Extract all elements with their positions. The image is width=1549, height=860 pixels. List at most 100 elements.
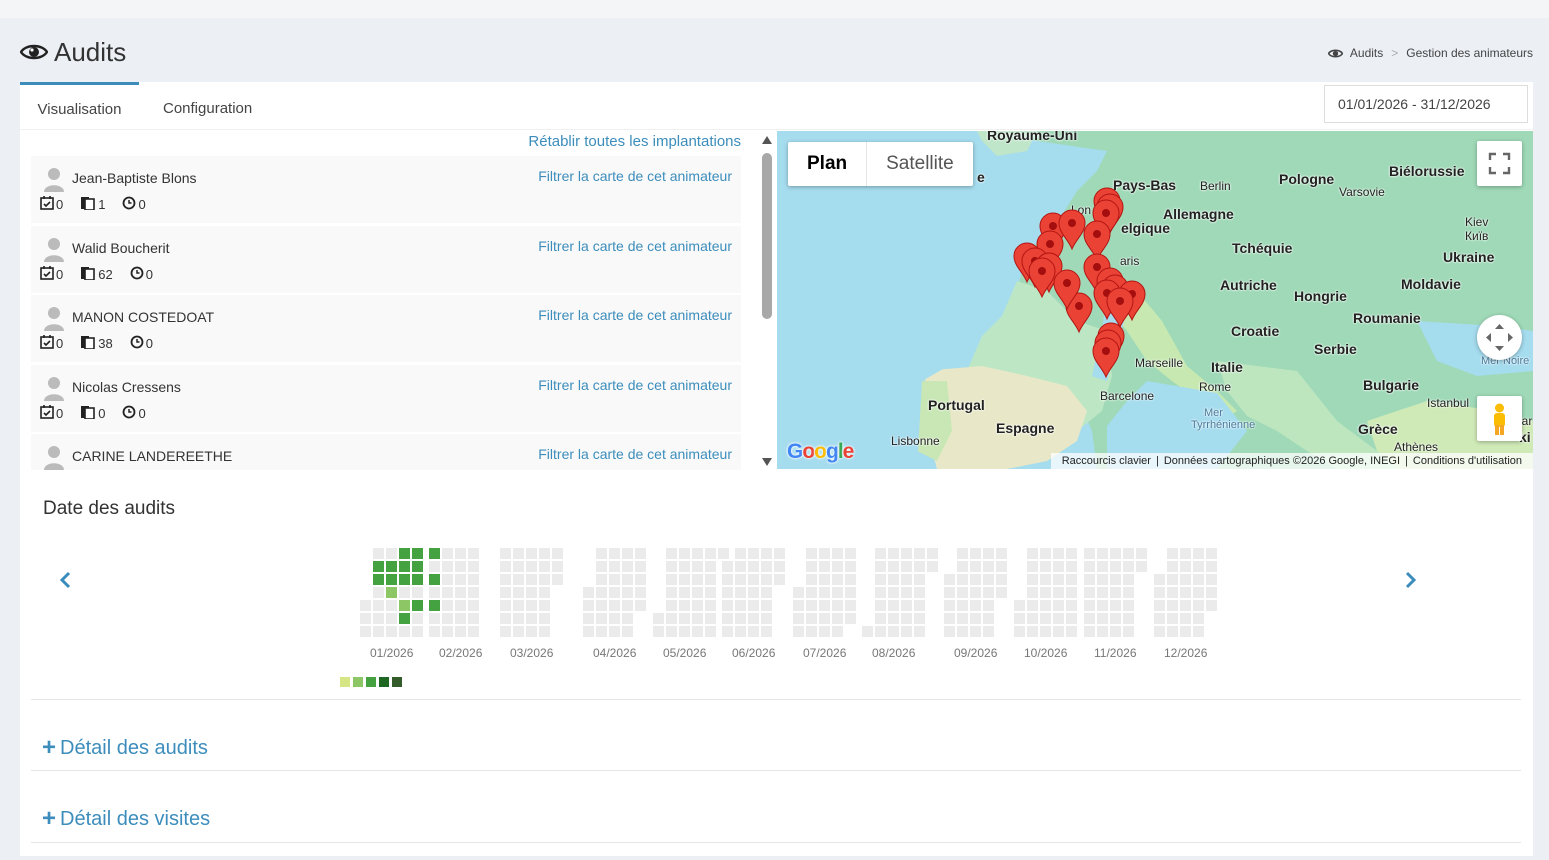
heatmap-day-cell[interactable] bbox=[1040, 587, 1051, 598]
heatmap-day-cell[interactable] bbox=[819, 548, 830, 559]
heatmap-day-cell[interactable] bbox=[653, 626, 664, 637]
heatmap-day-cell[interactable] bbox=[748, 587, 759, 598]
heatmap-day-cell[interactable] bbox=[793, 587, 804, 598]
heatmap-day-cell[interactable] bbox=[888, 587, 899, 598]
heatmap-day-cell[interactable] bbox=[412, 587, 423, 598]
heatmap-day-cell[interactable] bbox=[832, 587, 843, 598]
heatmap-day-cell[interactable] bbox=[806, 587, 817, 598]
heatmap-day-cell[interactable] bbox=[957, 574, 968, 585]
heatmap-day-cell[interactable] bbox=[1206, 561, 1217, 572]
heatmap-day-cell[interactable] bbox=[1084, 626, 1095, 637]
heatmap-day-cell[interactable] bbox=[360, 613, 371, 624]
heatmap-day-cell[interactable] bbox=[1154, 600, 1165, 611]
heatmap-day-cell[interactable] bbox=[635, 574, 646, 585]
heatmap-day-cell[interactable] bbox=[1193, 626, 1204, 637]
heatmap-day-cell[interactable] bbox=[901, 600, 912, 611]
heatmap-day-cell[interactable] bbox=[722, 626, 733, 637]
heatmap-day-cell[interactable] bbox=[983, 548, 994, 559]
heatmap-day-cell[interactable] bbox=[1084, 574, 1095, 585]
heatmap-day-cell[interactable] bbox=[1136, 561, 1147, 572]
heatmap-day-cell[interactable] bbox=[845, 574, 856, 585]
heatmap-day-cell[interactable] bbox=[455, 600, 466, 611]
heatmap-day-cell[interactable] bbox=[412, 548, 423, 559]
heatmap-day-cell[interactable] bbox=[875, 574, 886, 585]
heatmap-day-cell[interactable] bbox=[429, 613, 440, 624]
heatmap-day-cell[interactable] bbox=[666, 574, 677, 585]
heatmap-day-cell[interactable] bbox=[722, 613, 733, 624]
heatmap-day-cell[interactable] bbox=[455, 561, 466, 572]
heatmap-day-cell[interactable] bbox=[500, 561, 511, 572]
heatmap-day-cell[interactable] bbox=[373, 613, 384, 624]
heatmap-day-cell[interactable] bbox=[845, 613, 856, 624]
heatmap-day-cell[interactable] bbox=[596, 561, 607, 572]
heatmap-day-cell[interactable] bbox=[583, 626, 594, 637]
heatmap-day-cell[interactable] bbox=[1027, 548, 1038, 559]
heatmap-day-cell[interactable] bbox=[1110, 613, 1121, 624]
heatmap-day-cell[interactable] bbox=[500, 587, 511, 598]
heatmap-day-cell[interactable] bbox=[722, 600, 733, 611]
heatmap-day-cell[interactable] bbox=[622, 548, 633, 559]
heatmap-day-cell[interactable] bbox=[1040, 613, 1051, 624]
heatmap-day-cell[interactable] bbox=[412, 561, 423, 572]
heatmap-day-cell[interactable] bbox=[819, 561, 830, 572]
heatmap-day-cell[interactable] bbox=[1027, 613, 1038, 624]
heatmap-day-cell[interactable] bbox=[386, 613, 397, 624]
heatmap-day-cell[interactable] bbox=[468, 613, 479, 624]
heatmap-day-cell[interactable] bbox=[875, 561, 886, 572]
heatmap-day-cell[interactable] bbox=[970, 587, 981, 598]
heatmap-day-cell[interactable] bbox=[761, 561, 772, 572]
heatmap-day-cell[interactable] bbox=[914, 613, 925, 624]
heatmap-day-cell[interactable] bbox=[1110, 626, 1121, 637]
heatmap-day-cell[interactable] bbox=[442, 561, 453, 572]
heatmap-day-cell[interactable] bbox=[399, 600, 410, 611]
heatmap-day-cell[interactable] bbox=[455, 548, 466, 559]
heatmap-day-cell[interactable] bbox=[761, 574, 772, 585]
heatmap-day-cell[interactable] bbox=[373, 548, 384, 559]
heatmap-day-cell[interactable] bbox=[996, 548, 1007, 559]
heatmap-day-cell[interactable] bbox=[442, 574, 453, 585]
heatmap-day-cell[interactable] bbox=[748, 600, 759, 611]
heatmap-day-cell[interactable] bbox=[1053, 548, 1064, 559]
heatmap-day-cell[interactable] bbox=[888, 626, 899, 637]
map-marker[interactable] bbox=[1028, 257, 1056, 299]
heatmap-day-cell[interactable] bbox=[1040, 600, 1051, 611]
heatmap-day-cell[interactable] bbox=[442, 587, 453, 598]
heatmap-day-cell[interactable] bbox=[875, 600, 886, 611]
heatmap-day-cell[interactable] bbox=[552, 561, 563, 572]
heatmap-day-cell[interactable] bbox=[927, 548, 938, 559]
camera-control-button[interactable] bbox=[1477, 315, 1522, 360]
heatmap-day-cell[interactable] bbox=[1206, 574, 1217, 585]
heatmap-day-cell[interactable] bbox=[1097, 548, 1108, 559]
heatmap-day-cell[interactable] bbox=[806, 600, 817, 611]
heatmap-day-cell[interactable] bbox=[1180, 587, 1191, 598]
heatmap-day-cell[interactable] bbox=[983, 574, 994, 585]
heatmap-day-cell[interactable] bbox=[455, 574, 466, 585]
heatmap-day-cell[interactable] bbox=[944, 613, 955, 624]
heatmap-day-cell[interactable] bbox=[539, 587, 550, 598]
filter-animator-link[interactable]: Filtrer la carte de cet animateur bbox=[538, 377, 732, 393]
heatmap-day-cell[interactable] bbox=[468, 548, 479, 559]
heatmap-day-cell[interactable] bbox=[373, 600, 384, 611]
heatmap-day-cell[interactable] bbox=[761, 600, 772, 611]
heatmap-day-cell[interactable] bbox=[583, 587, 594, 598]
heatmap-day-cell[interactable] bbox=[957, 587, 968, 598]
heatmap-day-cell[interactable] bbox=[722, 587, 733, 598]
heatmap-day-cell[interactable] bbox=[500, 574, 511, 585]
heatmap-day-cell[interactable] bbox=[901, 574, 912, 585]
heatmap-day-cell[interactable] bbox=[761, 548, 772, 559]
heatmap-day-cell[interactable] bbox=[970, 574, 981, 585]
heatmap-day-cell[interactable] bbox=[399, 613, 410, 624]
heatmap-day-cell[interactable] bbox=[1084, 613, 1095, 624]
heatmap-day-cell[interactable] bbox=[526, 600, 537, 611]
heatmap-day-cell[interactable] bbox=[1123, 561, 1134, 572]
heatmap-day-cell[interactable] bbox=[983, 587, 994, 598]
heatmap-day-cell[interactable] bbox=[552, 574, 563, 585]
heatmap-day-cell[interactable] bbox=[513, 561, 524, 572]
heatmap-day-cell[interactable] bbox=[1167, 574, 1178, 585]
heatmap-day-cell[interactable] bbox=[429, 574, 440, 585]
heatmap-day-cell[interactable] bbox=[583, 600, 594, 611]
heatmap-day-cell[interactable] bbox=[735, 574, 746, 585]
heatmap-day-cell[interactable] bbox=[819, 587, 830, 598]
filter-animator-link[interactable]: Filtrer la carte de cet animateur bbox=[538, 307, 732, 323]
heatmap-day-cell[interactable] bbox=[1066, 600, 1077, 611]
